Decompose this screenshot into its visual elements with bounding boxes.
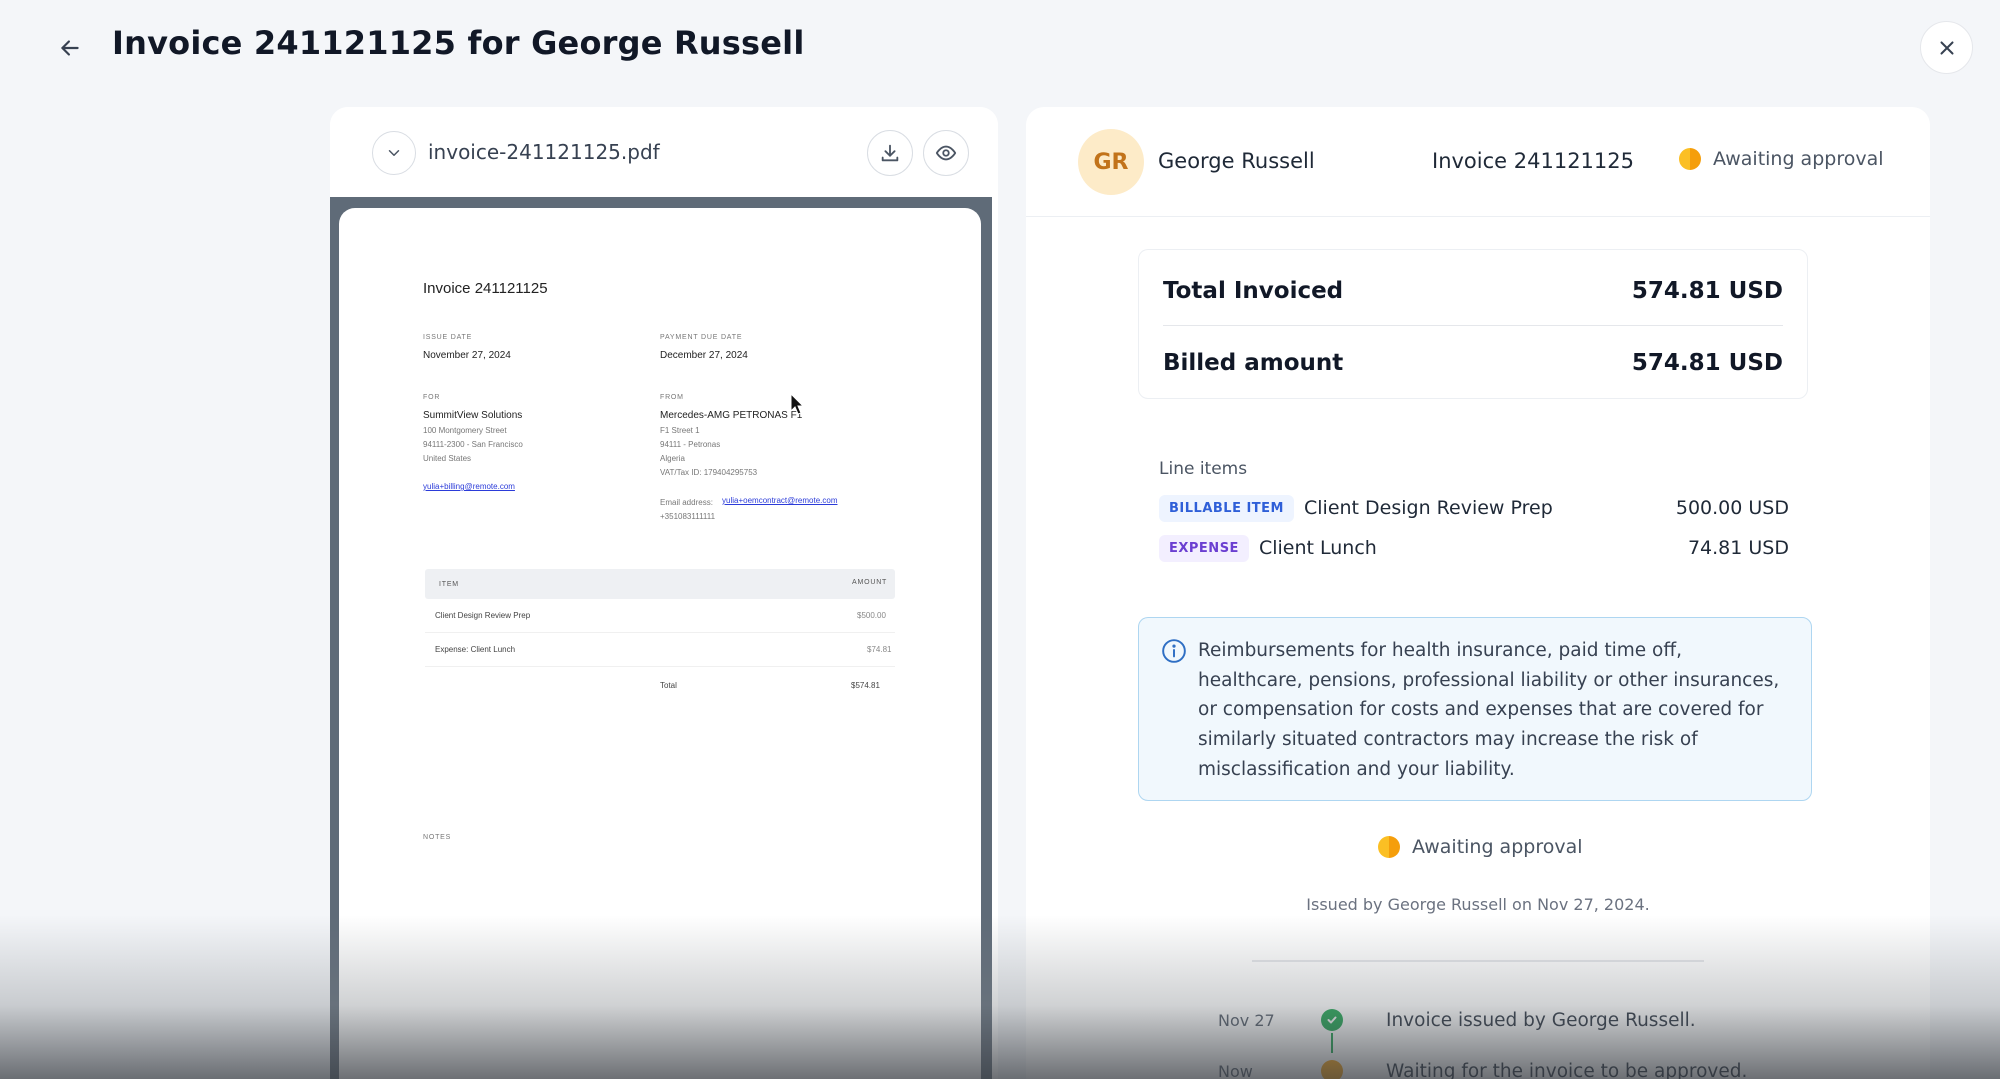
billed-amount-value: 574.81 USD [1631,350,1783,376]
pdf-from-email-label: Email address: [660,498,713,507]
pdf-issue-date-label: ISSUE DATE [423,334,473,341]
pdf-due-date-label: PAYMENT DUE DATE [660,334,743,341]
status-text: Awaiting approval [1412,836,1583,858]
status-half-circle-icon [1679,148,1701,170]
avatar: GR [1078,129,1144,195]
pdf-preview-panel: invoice-241121125.pdf Invoice 241121125 … [330,107,998,1079]
pdf-table-row-amount: $74.81 [867,645,892,654]
divider [1163,325,1783,326]
pdf-from-phone: +351083111111 [660,512,716,521]
download-icon [881,144,899,162]
pdf-from-address-2: 94111 - Petronas [660,440,721,449]
eye-icon [935,145,957,161]
pdf-due-date: December 27, 2024 [660,350,748,361]
pdf-total-value: $574.81 [851,681,880,690]
pdf-from-email-link[interactable]: yulia+oemcontract@remote.com [722,496,838,505]
pdf-filename: invoice-241121125.pdf [428,140,660,164]
back-button[interactable] [48,28,92,68]
pdf-from-label: FROM [660,394,684,401]
pdf-invoice-title: Invoice 241121125 [423,280,548,297]
close-button[interactable] [1920,21,1973,74]
pdf-table-item-header: ITEM [439,581,459,588]
total-invoiced-value: 574.81 USD [1631,278,1783,304]
page-title: Invoice 241121125 for George Russell [112,24,805,62]
issued-by-text: Issued by George Russell on Nov 27, 2024… [1306,895,1650,914]
pdf-table-row-item: Client Design Review Prep [435,611,531,620]
contractor-name: George Russell [1158,149,1315,173]
arrow-left-icon [61,40,79,56]
invoice-number: Invoice 241121125 [1432,149,1635,173]
billable-item-badge: BILLABLE ITEM [1159,494,1294,522]
timeline-text: Waiting for the invoice to be approved. [1386,1061,1748,1079]
line-item-amount: 74.81 USD [1687,537,1789,559]
line-item-name: Client Design Review Prep [1304,497,1553,519]
line-item-amount: 500.00 USD [1675,497,1789,519]
invoice-detail-panel: GR George Russell Invoice 241121125 Awai… [1026,107,1930,1079]
pdf-total-label: Total [660,681,677,690]
expense-badge: EXPENSE [1159,534,1249,562]
line-items-label: Line items [1159,459,1248,479]
pdf-table-amount-header: AMOUNT [852,579,888,586]
timeline-success-dot [1321,1009,1343,1031]
info-text: Reimbursements for health insurance, pai… [1198,640,1780,780]
pdf-viewer[interactable]: Invoice 241121125 ISSUE DATE November 27… [330,197,992,1079]
pdf-toolbar: invoice-241121125.pdf [330,107,998,197]
pdf-page: Invoice 241121125 ISSUE DATE November 27… [339,208,981,1079]
timeline-text: Invoice issued by George Russell. [1386,1010,1696,1031]
pdf-table-row-item: Expense: Client Lunch [435,645,516,654]
collapse-toggle-button[interactable] [372,131,416,175]
pdf-for-name: SummitView Solutions [423,410,523,421]
timeline-date: Nov 27 [1218,1011,1275,1030]
line-item: EXPENSE Client Lunch 74.81 USD [1159,531,1789,565]
status-badge-bottom: Awaiting approval [1378,836,1583,858]
pdf-from-vat: VAT/Tax ID: 179404295753 [660,468,758,477]
total-invoiced-label: Total Invoiced [1163,278,1344,304]
pdf-for-address-3: United States [423,454,472,463]
status-half-circle-icon [1378,836,1400,858]
top-bar: Invoice 241121125 for George Russell [0,0,2000,95]
totals-card: Total Invoiced 574.81 USD Billed amount … [1138,249,1808,399]
close-icon [1939,40,1954,55]
pdf-issue-date: November 27, 2024 [423,350,511,361]
pdf-from-address-1: F1 Street 1 [660,426,700,435]
timeline-connector [1331,1033,1333,1053]
preview-button[interactable] [923,130,969,176]
check-icon [1327,1016,1337,1024]
line-item-name: Client Lunch [1258,537,1377,559]
info-icon [1162,639,1186,663]
pdf-table-header [425,569,895,599]
download-button[interactable] [867,130,913,176]
detail-header: GR George Russell Invoice 241121125 Awai… [1026,107,1930,217]
pdf-for-email-link[interactable]: yulia+billing@remote.com [423,482,515,491]
divider [1252,960,1704,962]
pdf-row-divider [425,632,895,633]
pdf-from-name: Mercedes-AMG PETRONAS F1 [660,410,803,421]
line-item: BILLABLE ITEM Client Design Review Prep … [1159,491,1789,525]
pdf-for-address-2: 94111-2300 - San Francisco [423,440,523,449]
billed-amount-row: Billed amount 574.81 USD [1163,328,1783,398]
misclassification-info-box: Reimbursements for health insurance, pai… [1138,617,1812,801]
pdf-for-label: FOR [423,394,441,401]
chevron-down-icon [388,150,400,156]
status-badge: Awaiting approval [1679,148,1884,170]
timeline-pending-dot [1321,1060,1343,1079]
total-invoiced-row: Total Invoiced 574.81 USD [1163,256,1783,326]
billed-amount-label: Billed amount [1163,350,1344,376]
pdf-notes-label: NOTES [423,834,452,841]
pdf-from-address-3: Algeria [660,454,685,463]
pdf-table-row-amount: $500.00 [857,611,886,620]
timeline-date: Now [1218,1062,1253,1079]
pdf-for-address-1: 100 Montgomery Street [423,426,507,435]
mouse-cursor-icon [790,393,805,415]
pdf-row-divider [425,666,895,667]
status-text: Awaiting approval [1713,148,1884,170]
